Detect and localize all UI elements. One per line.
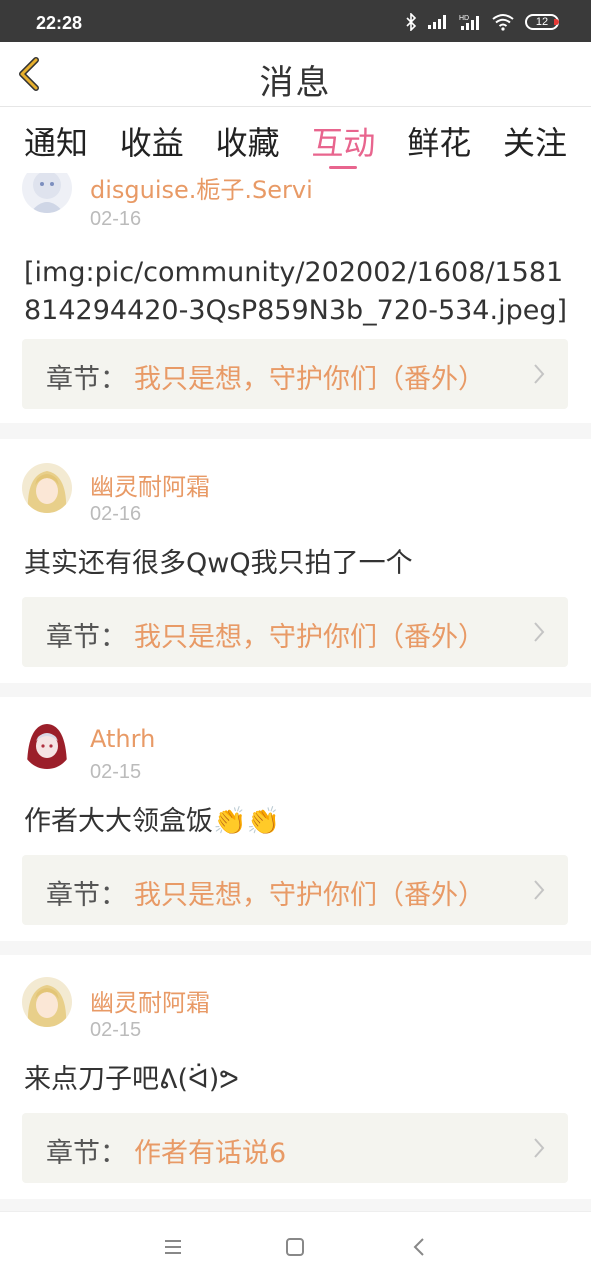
username[interactable]: 幽灵耐阿霜	[90, 983, 210, 1018]
avatar-blonde-icon	[22, 463, 72, 513]
avatar[interactable]	[22, 173, 72, 213]
message-feed[interactable]: disguise.栀子.Servi 02-16 [img:pic/communi…	[0, 173, 591, 1211]
chapter-link[interactable]: 章节： 我只是想，守护你们（番外）	[22, 339, 568, 409]
avatar-blonde-icon	[22, 977, 72, 1027]
chapter-prefix: 章节：	[46, 880, 127, 911]
battery-icon: 12	[525, 14, 559, 30]
username[interactable]: Athrh	[90, 725, 155, 753]
username[interactable]: 幽灵耐阿霜	[90, 467, 210, 502]
chapter-title: 作者有话说6	[134, 1138, 287, 1169]
message-content: [img:pic/community/202002/1608/158181429…	[24, 257, 567, 326]
message-card: 幽灵耐阿霜 02-15 来点刀子吧ᕕ(ᐛ)ᕗ 章节： 作者有话说6	[0, 955, 591, 1199]
battery-level: 12	[535, 16, 549, 28]
chevron-right-icon	[534, 622, 545, 642]
chapter-link[interactable]: 章节： 我只是想，守护你们（番外）	[22, 855, 568, 925]
svg-text:HD: HD	[459, 15, 469, 22]
tab-interactions[interactable]: 互动	[311, 107, 375, 173]
username[interactable]: disguise.栀子.Servi	[90, 173, 313, 205]
message-date: 02-15	[90, 761, 142, 783]
chapter-link[interactable]: 章节： 作者有话说6	[22, 1113, 568, 1183]
chapter-link[interactable]: 章节： 我只是想，守护你们（番外）	[22, 597, 568, 667]
signal-hd-icon: HD	[459, 15, 479, 30]
chapter-title: 我只是想，守护你们（番外）	[134, 364, 485, 395]
message-content: 来点刀子吧ᕕ(ᐛ)ᕗ	[24, 1064, 239, 1095]
menu-icon	[165, 1240, 181, 1254]
message-card: disguise.栀子.Servi 02-16 [img:pic/communi…	[0, 173, 591, 423]
avatar[interactable]	[22, 719, 72, 769]
chapter-prefix: 章节：	[46, 364, 127, 395]
chapter-title: 我只是想，守护你们（番外）	[134, 622, 485, 653]
message-date: 02-16	[90, 208, 142, 230]
chapter-prefix: 章节：	[46, 622, 127, 653]
home-button[interactable]	[280, 1232, 310, 1262]
avatar[interactable]	[22, 463, 72, 513]
message-card: 幽灵耐阿霜 02-16 其实还有很多QwQ我只拍了一个 章节： 我只是想，守护你…	[0, 439, 591, 683]
chapter-title: 我只是想，守护你们（番外）	[134, 880, 485, 911]
bluetooth-icon	[406, 13, 417, 31]
avatar-white-hair-icon	[22, 173, 72, 213]
header: 消息	[0, 42, 591, 107]
tab-notifications[interactable]: 通知	[24, 107, 88, 173]
system-nav-bar	[0, 1211, 591, 1281]
system-back-button[interactable]	[404, 1232, 434, 1262]
chapter-prefix: 章节：	[46, 1138, 127, 1169]
signal-icon	[428, 15, 446, 29]
tab-flowers[interactable]: 鲜花	[407, 107, 471, 173]
home-square-icon	[286, 1238, 304, 1256]
page-title: 消息	[259, 63, 332, 103]
tab-favorites[interactable]: 收藏	[216, 107, 280, 173]
avatar[interactable]	[22, 977, 72, 1027]
message-content: 作者大大领盒饭👏👏	[24, 806, 281, 837]
message-date: 02-16	[90, 503, 142, 525]
status-bar: 22:28 HD 12	[0, 0, 591, 42]
tab-bar: 通知 收益 收藏 互动 鲜花 关注	[0, 107, 591, 173]
tab-earnings[interactable]: 收益	[120, 107, 184, 173]
tab-following[interactable]: 关注	[503, 107, 567, 173]
chevron-right-icon	[534, 1138, 545, 1158]
message-content: 其实还有很多QwQ我只拍了一个	[24, 548, 413, 579]
chevron-right-icon	[534, 880, 545, 900]
wifi-icon	[492, 14, 514, 31]
message-date: 02-15	[90, 1019, 142, 1041]
status-time: 22:28	[36, 13, 83, 33]
back-chevron-icon	[413, 1238, 424, 1256]
menu-button[interactable]	[158, 1232, 188, 1262]
avatar-red-hood-icon	[22, 719, 72, 769]
status-icons: HD 12	[405, 12, 559, 32]
chevron-right-icon	[534, 364, 545, 384]
message-card: Athrh 02-15 作者大大领盒饭👏👏 章节： 我只是想，守护你们（番外）	[0, 697, 591, 941]
